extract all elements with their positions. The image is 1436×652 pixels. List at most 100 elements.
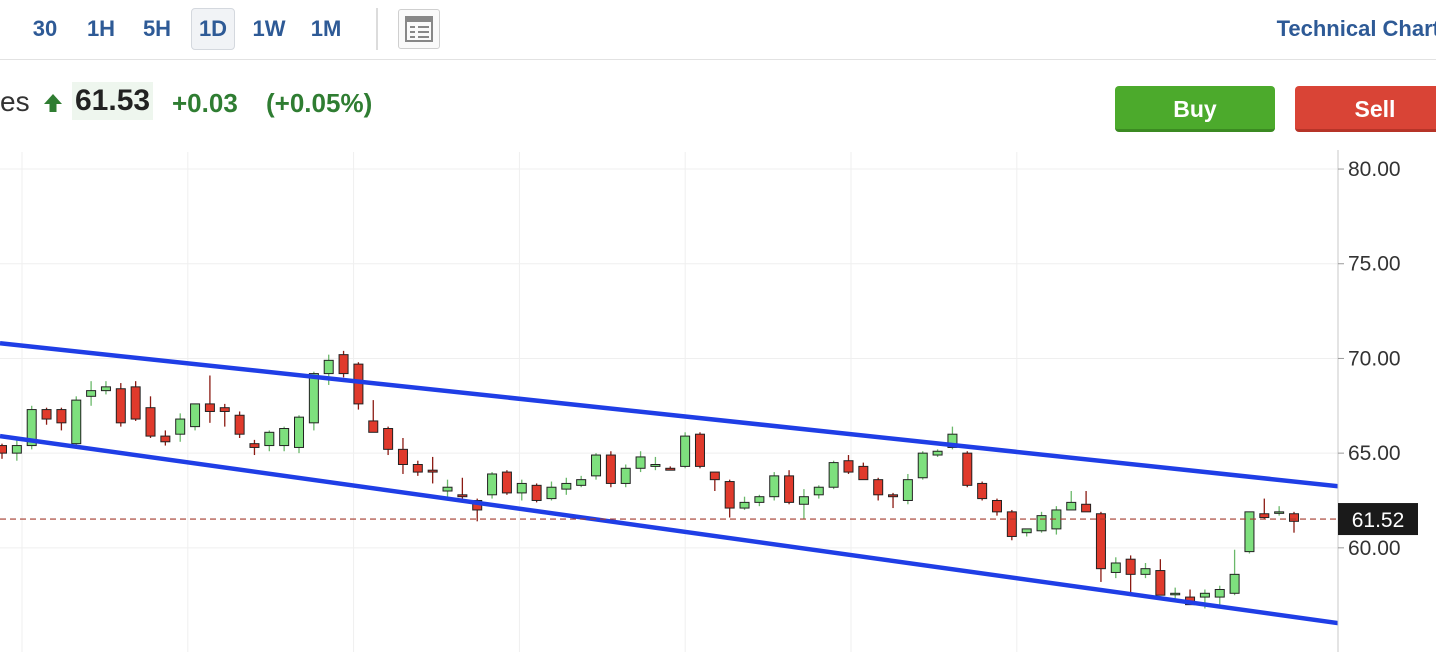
- candle-body: [754, 496, 765, 503]
- candle-body: [338, 354, 349, 375]
- candle: [115, 383, 126, 427]
- candle-body: [516, 482, 527, 494]
- candle: [1125, 555, 1136, 594]
- candle: [769, 472, 780, 501]
- candle-body: [576, 479, 587, 486]
- candle-body: [71, 399, 82, 445]
- candle-body: [813, 486, 824, 496]
- candle-body: [487, 473, 498, 496]
- candle-body: [798, 496, 809, 505]
- candle-body: [368, 420, 379, 433]
- last-price-tag: 61.52: [1338, 503, 1418, 536]
- candle: [353, 362, 364, 410]
- candle: [932, 449, 943, 457]
- candle: [1214, 585, 1225, 607]
- candle: [219, 403, 230, 427]
- candle: [308, 371, 319, 431]
- candle-body: [650, 464, 661, 467]
- candle: [204, 375, 215, 423]
- candle: [784, 470, 795, 505]
- candle: [56, 407, 67, 431]
- candle: [650, 456, 661, 471]
- candle-body: [204, 403, 215, 412]
- chart-grid: [0, 152, 1338, 652]
- candle-body: [1066, 501, 1077, 511]
- candle-body: [635, 456, 646, 469]
- y-axis-panel: [1338, 150, 1436, 652]
- candle: [234, 411, 245, 438]
- candle-body: [1081, 503, 1092, 513]
- candle: [501, 470, 512, 495]
- candle: [190, 403, 201, 431]
- candle: [130, 381, 141, 421]
- candle-body: [264, 431, 275, 447]
- candle-body: [41, 409, 52, 420]
- candle-body: [561, 482, 572, 490]
- candle: [397, 437, 408, 474]
- candle-body: [724, 481, 735, 509]
- candle: [1051, 506, 1062, 535]
- candle: [41, 407, 52, 425]
- candle: [620, 464, 631, 488]
- candle: [11, 439, 22, 461]
- candle: [383, 426, 394, 456]
- candle-body: [680, 435, 691, 467]
- candle-body: [1110, 562, 1121, 573]
- candle-body: [1170, 592, 1181, 596]
- candle-body: [991, 499, 1002, 513]
- candle: [873, 477, 884, 501]
- candle-body: [665, 467, 676, 471]
- candle: [412, 460, 423, 476]
- candle-body: [531, 484, 542, 501]
- y-tick-label: 60.00: [1348, 537, 1401, 560]
- candle: [694, 432, 705, 469]
- candle-body: [1244, 511, 1255, 553]
- candle: [902, 473, 913, 505]
- candle-body: [397, 448, 408, 465]
- candle: [591, 453, 602, 480]
- candle-body: [175, 418, 186, 435]
- candle-body: [605, 454, 616, 484]
- candle-body: [145, 407, 156, 437]
- candle-body: [115, 388, 126, 424]
- price-chart[interactable]: 80.00 75.00 70.00 65.00 60.00 61.52: [0, 0, 1436, 652]
- candle: [442, 479, 453, 499]
- candle: [264, 430, 275, 452]
- candle-body: [917, 452, 928, 479]
- candle: [71, 396, 82, 448]
- candle-body: [249, 443, 260, 448]
- y-tick-label: 75.00: [1348, 253, 1401, 276]
- candle-body: [160, 435, 171, 443]
- channel-lower-line[interactable]: [0, 433, 1436, 640]
- candle-body: [0, 445, 7, 454]
- candle-body: [412, 464, 423, 473]
- candle-body: [1036, 515, 1047, 532]
- candle-body: [1229, 573, 1240, 594]
- candlesticks: [0, 350, 1299, 609]
- candle-body: [323, 359, 334, 375]
- candle: [724, 479, 735, 518]
- candle-body: [190, 403, 201, 428]
- candle: [754, 494, 765, 507]
- y-tick-label: 65.00: [1348, 442, 1401, 465]
- candle: [1066, 491, 1077, 511]
- candle: [680, 432, 691, 469]
- candle-body: [888, 494, 899, 498]
- candle-body: [1289, 513, 1299, 522]
- candle-body: [1095, 513, 1106, 570]
- candle: [100, 381, 111, 395]
- candle-body: [858, 465, 869, 481]
- candle-body: [828, 462, 839, 488]
- candle-body: [1274, 511, 1285, 514]
- candle-body: [501, 471, 512, 494]
- candle-body: [784, 475, 795, 503]
- candle-body: [843, 460, 854, 473]
- candle-body: [11, 445, 22, 454]
- y-tick-label: 80.00: [1348, 158, 1401, 181]
- candle: [1021, 528, 1032, 537]
- candle: [813, 485, 824, 499]
- candle: [1036, 511, 1047, 533]
- candle-body: [427, 469, 438, 473]
- candle: [828, 460, 839, 490]
- candle-body: [234, 414, 245, 435]
